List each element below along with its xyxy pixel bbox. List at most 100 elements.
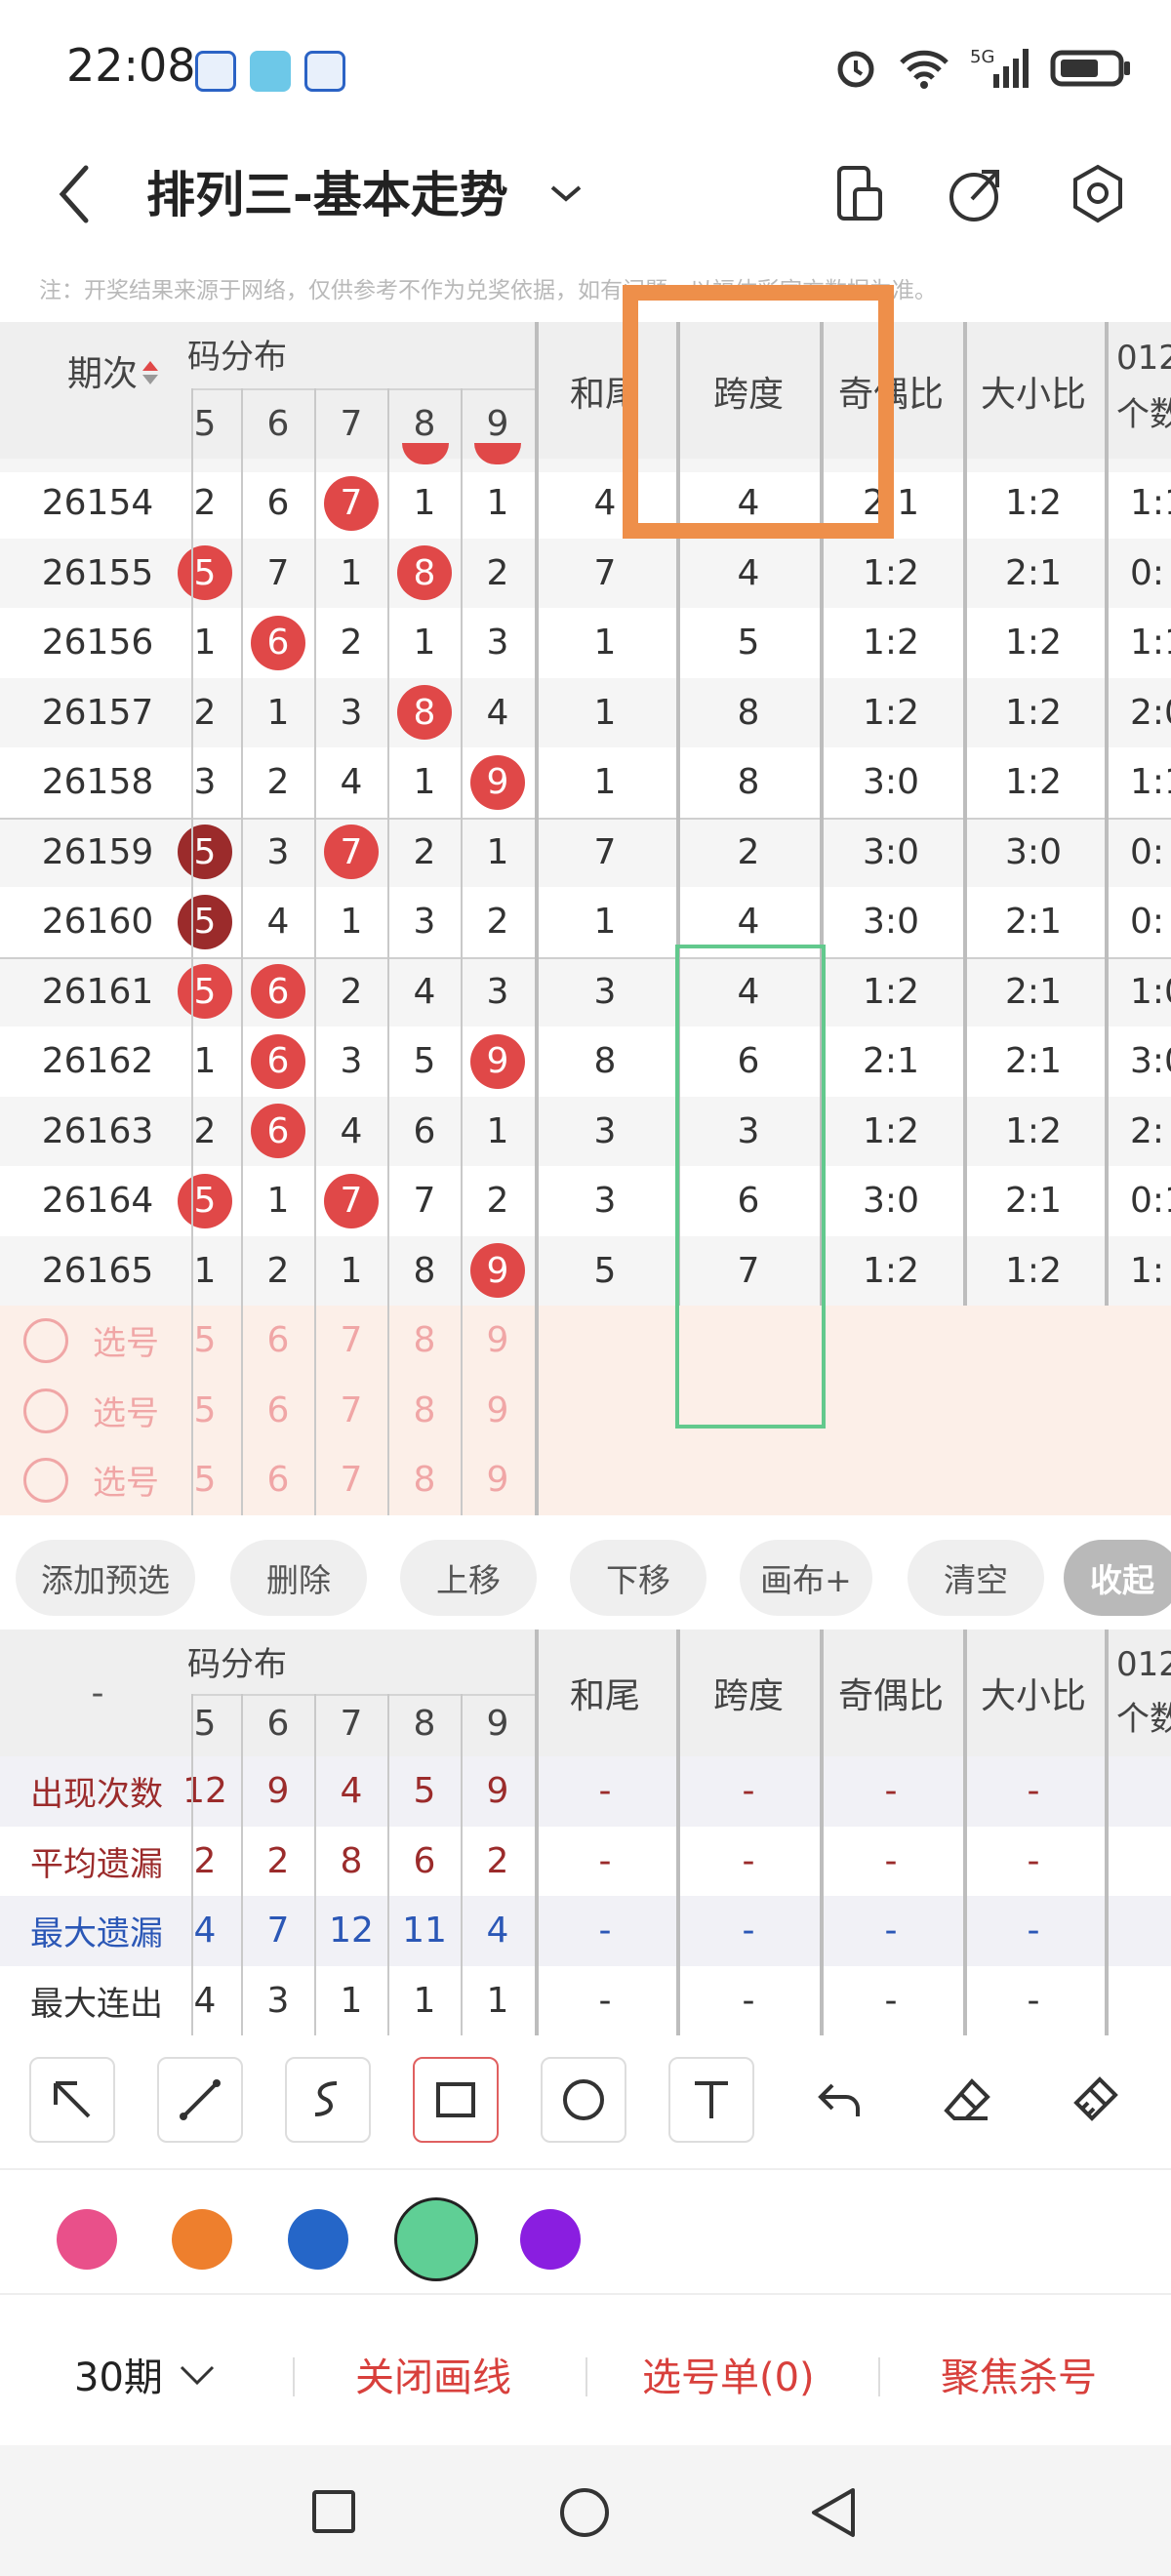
line-tool[interactable] — [157, 2057, 243, 2143]
issue-number[interactable]: 26161 — [20, 957, 176, 1027]
rectangle-tool[interactable] — [413, 2057, 499, 2143]
pick-digit[interactable]: 9 — [463, 1306, 533, 1376]
action-button-3[interactable]: 下移 — [570, 1540, 707, 1616]
pick-digit[interactable]: 5 — [170, 1376, 240, 1446]
pick-digit[interactable]: 9 — [463, 1445, 533, 1515]
issue-number[interactable]: 26158 — [20, 747, 176, 818]
recents-icon[interactable] — [310, 2488, 357, 2535]
close-draw-button[interactable]: 关闭画线 — [355, 2346, 511, 2402]
digit-cell[interactable]: 7 — [389, 1166, 460, 1236]
digit-cell[interactable]: 1 — [463, 818, 533, 888]
pointer-tool[interactable] — [29, 2057, 115, 2143]
digit-cell[interactable]: 2 — [170, 468, 240, 539]
home-icon[interactable] — [558, 2486, 611, 2539]
digit-cell[interactable]: 6 — [389, 1097, 460, 1167]
pick-digit[interactable]: 7 — [316, 1306, 386, 1376]
digit-cell[interactable]: 7 — [316, 468, 386, 539]
color-swatch-2[interactable] — [288, 2209, 348, 2270]
pick-digit[interactable]: 9 — [463, 1376, 533, 1446]
digit-cell[interactable]: 1 — [389, 608, 460, 678]
digit-cell[interactable]: 7 — [316, 818, 386, 888]
phone-rotate-icon[interactable] — [831, 162, 886, 226]
digit-cell[interactable]: 5 — [170, 818, 240, 888]
digit-cell[interactable]: 6 — [243, 468, 313, 539]
digit-cell[interactable]: 2 — [170, 1097, 240, 1167]
issue-number[interactable]: 26162 — [20, 1026, 176, 1097]
pick-digit[interactable]: 6 — [243, 1445, 313, 1515]
digit-cell[interactable]: 4 — [316, 1097, 386, 1167]
action-button-2[interactable]: 上移 — [400, 1540, 537, 1616]
issue-number[interactable]: 26156 — [20, 608, 176, 678]
pick-digit[interactable]: 8 — [389, 1306, 460, 1376]
digit-cell[interactable]: 8 — [389, 678, 460, 748]
period-select[interactable]: 30期 — [74, 2346, 163, 2402]
pick-digit[interactable]: 5 — [170, 1445, 240, 1515]
issue-number[interactable]: 26164 — [20, 1166, 176, 1236]
share-icon[interactable] — [947, 162, 1005, 226]
digit-cell[interactable]: 3 — [170, 747, 240, 818]
text-tool[interactable] — [668, 2057, 754, 2143]
pick-label[interactable]: 选号 — [82, 1376, 170, 1446]
pick-digit[interactable]: 6 — [243, 1376, 313, 1446]
digit-cell[interactable]: 1 — [389, 468, 460, 539]
digit-cell[interactable]: 1 — [170, 608, 240, 678]
pick-list-button[interactable]: 选号单(0) — [642, 2346, 815, 2402]
digit-cell[interactable]: 6 — [243, 1026, 313, 1097]
color-swatch-1[interactable] — [172, 2209, 232, 2270]
digit-cell[interactable]: 2 — [463, 539, 533, 609]
circle-tool[interactable] — [541, 2057, 626, 2143]
digit-cell[interactable]: 4 — [243, 887, 313, 957]
digit-cell[interactable]: 2 — [243, 747, 313, 818]
pick-digit[interactable]: 6 — [243, 1306, 313, 1376]
digit-cell[interactable]: 5 — [170, 1166, 240, 1236]
action-button-1[interactable]: 删除 — [230, 1540, 367, 1616]
settings-icon[interactable] — [1068, 162, 1128, 226]
digit-cell[interactable]: 6 — [243, 1097, 313, 1167]
digit-cell[interactable]: 5 — [170, 887, 240, 957]
freehand-tool[interactable] — [285, 2057, 371, 2143]
digit-cell[interactable]: 2 — [389, 818, 460, 888]
digit-cell[interactable]: 4 — [389, 957, 460, 1027]
digit-cell[interactable]: 5 — [389, 1026, 460, 1097]
back-icon[interactable] — [55, 162, 94, 226]
chevron-down-icon[interactable] — [548, 181, 584, 205]
digit-cell[interactable]: 9 — [463, 1026, 533, 1097]
pick-digit[interactable]: 8 — [389, 1445, 460, 1515]
digit-cell[interactable]: 3 — [463, 957, 533, 1027]
digit-cell[interactable]: 2 — [243, 1236, 313, 1307]
digit-cell[interactable]: 2 — [316, 957, 386, 1027]
digit-cell[interactable]: 1 — [389, 747, 460, 818]
sort-icon[interactable] — [142, 361, 158, 371]
action-button-0[interactable]: 添加预选 — [16, 1540, 195, 1616]
digit-cell[interactable]: 1 — [170, 1026, 240, 1097]
action-button-4[interactable]: 画布+ — [740, 1540, 872, 1616]
digit-cell[interactable]: 6 — [243, 608, 313, 678]
digit-cell[interactable]: 6 — [243, 957, 313, 1027]
action-button-5[interactable]: 清空 — [908, 1540, 1044, 1616]
pick-digit[interactable]: 5 — [170, 1306, 240, 1376]
digit-cell[interactable]: 5 — [170, 957, 240, 1027]
issue-number[interactable]: 26165 — [20, 1236, 176, 1307]
digit-cell[interactable]: 2 — [170, 678, 240, 748]
digit-cell[interactable]: 5 — [170, 539, 240, 609]
digit-cell[interactable]: 2 — [316, 608, 386, 678]
digit-cell[interactable]: 1 — [463, 1097, 533, 1167]
digit-cell[interactable]: 4 — [463, 678, 533, 748]
header-issue[interactable]: 期次 — [39, 342, 166, 400]
undo-tool[interactable] — [796, 2057, 882, 2143]
issue-number[interactable]: 26155 — [20, 539, 176, 609]
digit-cell[interactable]: 1 — [243, 678, 313, 748]
clear-brush-tool[interactable] — [1052, 2057, 1138, 2143]
back-nav-icon[interactable] — [810, 2486, 857, 2539]
digit-cell[interactable]: 2 — [463, 1166, 533, 1236]
digit-cell[interactable]: 4 — [316, 747, 386, 818]
pick-label[interactable]: 选号 — [82, 1306, 170, 1376]
issue-number[interactable]: 26159 — [20, 818, 176, 888]
digit-cell[interactable]: 1 — [243, 1166, 313, 1236]
digit-cell[interactable]: 8 — [389, 539, 460, 609]
pick-label[interactable]: 选号 — [82, 1445, 170, 1515]
color-swatch-0[interactable] — [57, 2209, 117, 2270]
digit-cell[interactable]: 1 — [170, 1236, 240, 1307]
digit-cell[interactable]: 9 — [463, 747, 533, 818]
digit-cell[interactable]: 1 — [316, 887, 386, 957]
